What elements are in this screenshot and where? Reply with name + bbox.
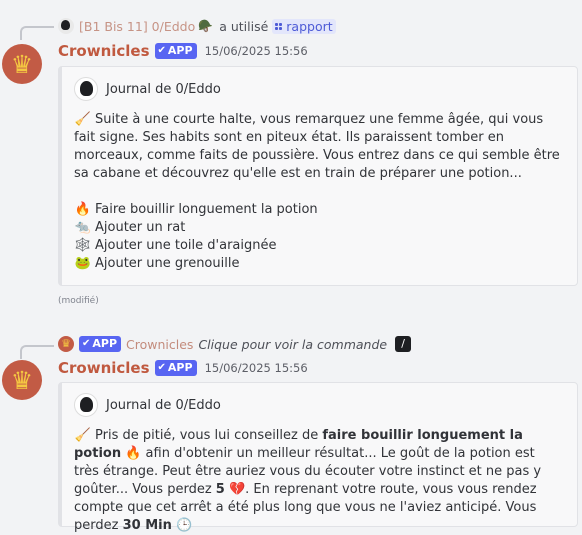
embed-description: 🧹 Pris de pitié, vous lui conseillez de f… xyxy=(74,427,563,535)
reply-username[interactable]: [B1 Bis 11] 0/Eddo xyxy=(79,19,195,34)
check-icon: ✔ xyxy=(157,362,166,373)
embed-card: Journal de 0/Eddo 🧹 Suite à une courte ha… xyxy=(58,66,578,286)
app-badge: ✔ APP xyxy=(154,43,197,59)
fire-icon: 🔥 xyxy=(74,202,92,217)
rat-icon: 🐀 xyxy=(74,220,92,235)
choice-label: Ajouter un rat xyxy=(95,220,186,235)
crown-icon: ♛ xyxy=(10,49,34,79)
health-lost: 5 xyxy=(215,482,225,497)
author-name[interactable]: Crownicles xyxy=(58,42,150,60)
timestamp[interactable]: 15/06/2025 15:56 xyxy=(205,44,308,58)
app-grid-icon xyxy=(275,22,283,30)
embed-author-name: Journal de 0/Eddo xyxy=(106,81,221,97)
user-mini-avatar[interactable] xyxy=(58,18,74,34)
embed-author-name: Journal de 0/Eddo xyxy=(106,397,221,413)
edited-label: (modifié) xyxy=(58,296,99,306)
app-badge-label: APP xyxy=(92,337,118,350)
embed-card: Journal de 0/Eddo 🧹 Pris de pitié, vous l… xyxy=(58,382,578,533)
bot-avatar[interactable]: ♛ xyxy=(2,360,42,400)
helmet-icon: 🪖 xyxy=(198,19,214,33)
choice-item: 🐀 Ajouter un rat xyxy=(74,219,563,237)
embed-author-avatar xyxy=(74,393,98,417)
embed-author-avatar xyxy=(74,77,98,101)
slash-command-icon[interactable]: / xyxy=(395,336,412,352)
embed-description-text: Suite à une courte halte, vous remarquez… xyxy=(74,112,560,181)
check-icon: ✔ xyxy=(82,338,91,349)
reply-app-name[interactable]: Crownicles xyxy=(126,337,193,352)
timestamp[interactable]: 15/06/2025 15:56 xyxy=(205,361,308,375)
reply-preview[interactable]: [B1 Bis 11] 0/Eddo 🪖 a utilisé rapport xyxy=(58,16,336,36)
broken-heart-icon: 💔 xyxy=(228,482,246,497)
reply-action-text: a utilisé xyxy=(219,18,269,34)
choice-item: 🕸️ Ajouter une toile d'araignée xyxy=(74,237,563,255)
app-badge-label: APP xyxy=(167,361,193,374)
choice-item: 🔥 Faire bouillir longuement la potion xyxy=(74,201,563,219)
choice-label: Ajouter une grenouille xyxy=(95,256,240,271)
bot-avatar[interactable]: ♛ xyxy=(2,44,42,84)
spiderweb-icon: 🕸️ xyxy=(74,238,92,253)
reply-preview[interactable]: ✔ APP Crownicles Clique pour voir la com… xyxy=(58,334,412,354)
fire-icon: 🔥 xyxy=(125,446,142,461)
choice-label: Ajouter une toile d'araignée xyxy=(95,238,277,253)
choice-list: 🔥 Faire bouillir longuement la potion 🐀 Aj… xyxy=(74,201,563,273)
choice-item: 🐸 Ajouter une grenouille xyxy=(74,255,563,273)
app-badge: ✔ APP xyxy=(79,336,122,352)
app-badge-label: APP xyxy=(167,44,193,57)
choice-label: Faire bouillir longuement la potion xyxy=(95,202,318,217)
broom-icon: 🧹 xyxy=(74,112,92,127)
command-name: rapport xyxy=(286,18,333,34)
broom-icon: 🧹 xyxy=(74,428,92,443)
embed-description: 🧹 Suite à une courte halte, vous remarque… xyxy=(74,111,563,183)
check-icon: ✔ xyxy=(157,45,166,56)
bot-mini-avatar[interactable] xyxy=(58,336,74,352)
clock-icon: 🕒 xyxy=(175,518,193,533)
embed-author: Journal de 0/Eddo xyxy=(74,77,563,101)
message-header: Crownicles ✔ APP 15/06/2025 15:56 xyxy=(58,41,308,61)
reply-connector xyxy=(20,26,54,40)
app-badge: ✔ APP xyxy=(154,360,197,376)
message-header: Crownicles ✔ APP 15/06/2025 15:56 xyxy=(58,358,308,378)
outcome-text-1: Pris de pitié, vous lui conseillez de xyxy=(95,428,323,443)
reply-connector xyxy=(20,345,54,359)
crown-icon: ♛ xyxy=(10,365,34,395)
reply-hint[interactable]: Clique pour voir la commande xyxy=(198,337,387,352)
frog-icon: 🐸 xyxy=(74,256,92,271)
time-lost: 30 Min xyxy=(122,518,172,533)
author-name[interactable]: Crownicles xyxy=(58,359,150,377)
command-mention[interactable]: rapport xyxy=(272,18,336,34)
embed-author: Journal de 0/Eddo xyxy=(74,393,563,417)
